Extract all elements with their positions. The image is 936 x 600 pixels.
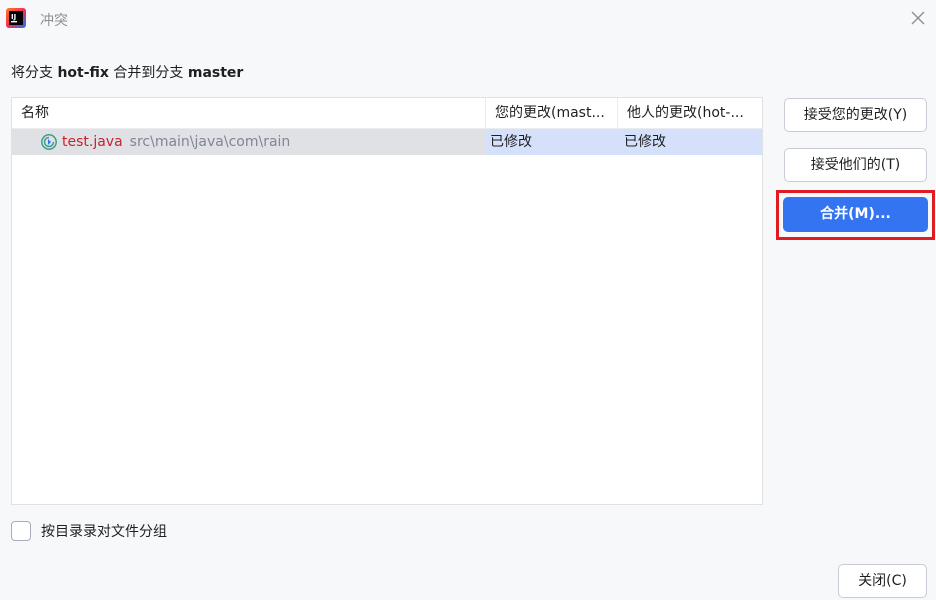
accept-theirs-button[interactable]: 接受他们的(T) [784,148,927,182]
merge-description: 将分支 hot-fix 合并到分支 master [11,62,243,82]
file-path: src\main\java\com\rain [129,134,291,150]
table-row[interactable]: test.java src\main\java\com\rain 已修改 已修改 [12,129,762,155]
accept-yours-button[interactable]: 接受您的更改(Y) [784,98,927,132]
cell-file: test.java src\main\java\com\rain [12,129,486,155]
source-branch: hot-fix [57,65,109,81]
target-branch: master [187,65,244,81]
cell-their-change: 已修改 [618,129,762,155]
cell-your-change: 已修改 [486,129,618,155]
svg-text:IJ: IJ [11,13,16,21]
group-by-directory-label: 按目录录对文件分组 [41,524,167,540]
description-prefix: 将分支 [11,65,58,81]
table-header: 名称 您的更改(mast... 他人的更改(hot-... [12,98,762,129]
group-by-directory-checkbox[interactable] [11,521,31,541]
conflicts-dialog: IJ 冲突 将分支 hot-fix 合并到分支 master 名称 您的更改(m… [0,0,936,600]
column-header-yours[interactable]: 您的更改(mast... [486,98,618,128]
group-by-directory-option[interactable]: 按目录录对文件分组 [11,521,167,541]
close-button[interactable]: 关闭(C) [838,564,927,598]
column-header-theirs[interactable]: 他人的更改(hot-... [618,98,762,128]
column-header-name[interactable]: 名称 [12,98,486,128]
window-title: 冲突 [40,13,68,29]
description-middle: 合并到分支 [108,65,188,81]
conflict-file-icon [41,134,57,150]
close-icon[interactable] [908,8,928,28]
intellij-app-icon: IJ [6,8,26,28]
file-name: test.java [62,134,123,150]
merge-button[interactable]: 合并(M)... [783,197,928,232]
conflicts-table: 名称 您的更改(mast... 他人的更改(hot-... test.java … [11,97,763,505]
